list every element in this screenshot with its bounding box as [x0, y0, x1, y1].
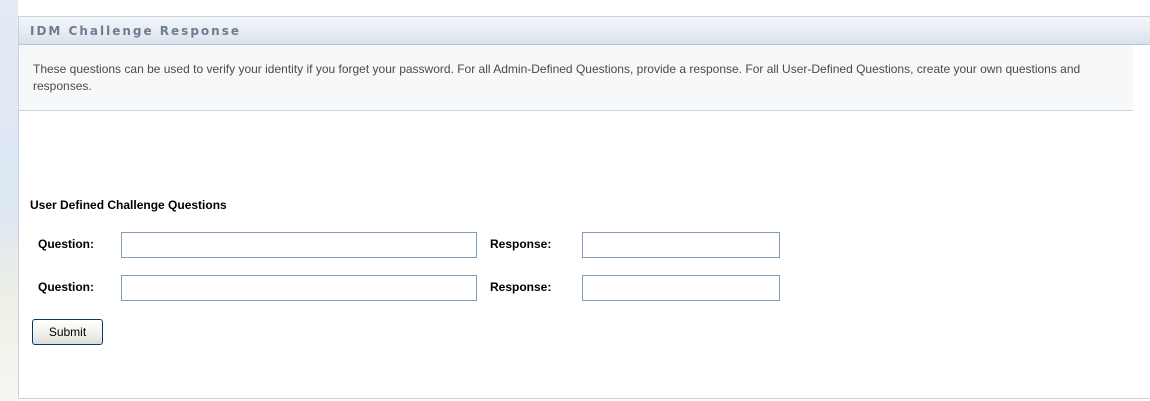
question-input-2[interactable]: [121, 275, 477, 301]
question-row: Question: Response:: [38, 232, 798, 258]
response-input-2[interactable]: [582, 275, 780, 301]
section-title-user-defined: User Defined Challenge Questions: [30, 198, 227, 212]
intro-text: These questions can be used to verify yo…: [19, 45, 1133, 111]
response-input-1[interactable]: [582, 232, 780, 258]
challenge-response-page: IDM Challenge Response These questions c…: [0, 0, 1150, 401]
question-label: Question:: [38, 237, 94, 251]
panel-title: IDM Challenge Response: [30, 23, 241, 38]
submit-button[interactable]: Submit: [32, 319, 103, 345]
question-row: Question: Response:: [38, 275, 798, 301]
question-input-1[interactable]: [121, 232, 477, 258]
panel-header: IDM Challenge Response: [19, 16, 1150, 45]
challenge-response-panel: IDM Challenge Response These questions c…: [18, 16, 1150, 399]
question-label: Question:: [38, 280, 94, 294]
response-label: Response:: [490, 280, 552, 294]
left-edge-background: [0, 0, 18, 401]
response-label: Response:: [490, 237, 552, 251]
